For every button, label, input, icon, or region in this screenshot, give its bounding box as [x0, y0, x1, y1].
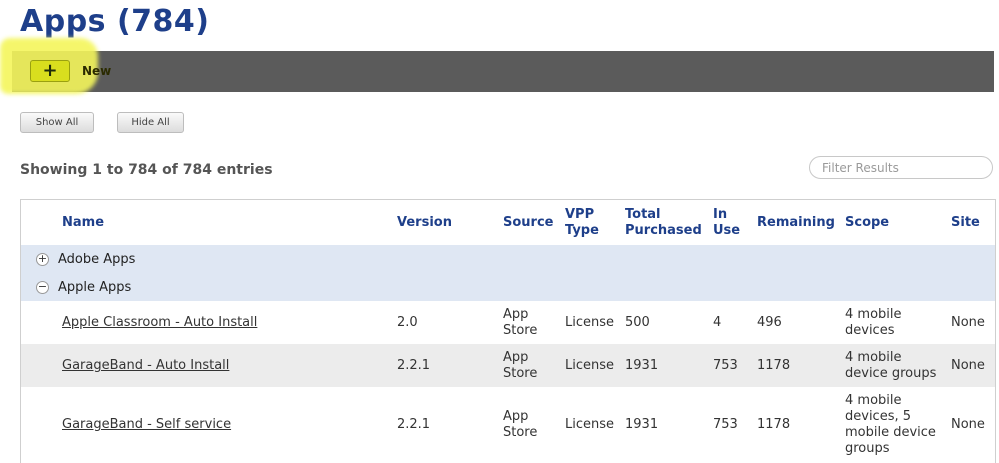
- version-cell: 2.2.1: [397, 358, 431, 373]
- scope-line: devices: [845, 323, 895, 338]
- source-line1: App: [503, 350, 529, 365]
- vpp-type-cell: License: [565, 358, 615, 373]
- scope-line: groups: [845, 441, 890, 456]
- column-header-in-use[interactable]: In Use: [713, 207, 740, 239]
- version-cell: 2.0: [397, 315, 418, 330]
- filter-results-input[interactable]: [809, 156, 993, 179]
- column-header-vpp-type-line1: VPP: [565, 207, 595, 222]
- in-use-cell: 753: [713, 417, 738, 432]
- collapse-icon[interactable]: −: [36, 280, 49, 294]
- table-row: GarageBand - Self service 2.2.1 App Stor…: [21, 387, 995, 463]
- scope-cell: 4 mobile devices: [845, 307, 902, 339]
- vpp-type-cell: License: [565, 417, 615, 432]
- site-cell: None: [951, 358, 985, 373]
- column-header-scope[interactable]: Scope: [845, 215, 889, 231]
- column-header-vpp-type-line2: Type: [565, 223, 599, 238]
- new-button-label: New: [82, 64, 112, 78]
- group-row-adobe-apps[interactable]: + Adobe Apps: [21, 245, 995, 273]
- column-header-total-line2: Purchased: [625, 223, 702, 238]
- toolbar: [12, 51, 994, 92]
- hide-all-button[interactable]: Hide All: [117, 112, 184, 133]
- source-line2: Store: [503, 425, 538, 440]
- column-header-total-line1: Total: [625, 207, 661, 222]
- group-row-apple-apps[interactable]: − Apple Apps: [21, 273, 995, 301]
- table-row: GarageBand - Auto Install 2.2.1 App Stor…: [21, 344, 995, 387]
- source-line1: App: [503, 409, 529, 424]
- column-header-remaining[interactable]: Remaining: [757, 215, 835, 231]
- plus-icon: +: [30, 60, 70, 82]
- scope-line: devices, 5: [845, 409, 912, 424]
- remaining-cell: 496: [757, 315, 782, 330]
- total-purchased-cell: 500: [625, 315, 650, 330]
- column-header-version[interactable]: Version: [397, 215, 452, 231]
- column-header-total-purchased[interactable]: Total Purchased: [625, 207, 702, 239]
- column-header-vpp-type[interactable]: VPP Type: [565, 207, 599, 239]
- group-label: Apple Apps: [58, 279, 132, 295]
- scope-line: 4 mobile: [845, 393, 902, 408]
- scope-line: 4 mobile: [845, 350, 902, 365]
- column-header-in-use-line1: In: [713, 207, 728, 222]
- source-cell: App Store: [503, 409, 537, 441]
- version-cell: 2.2.1: [397, 417, 431, 432]
- new-button[interactable]: + New: [30, 60, 111, 82]
- total-purchased-cell: 1931: [625, 417, 659, 432]
- column-header-site[interactable]: Site: [951, 215, 980, 231]
- remaining-cell: 1178: [757, 417, 791, 432]
- scope-line: device groups: [845, 366, 937, 381]
- app-name-link[interactable]: GarageBand - Auto Install: [62, 358, 229, 374]
- scope-line: mobile device: [845, 425, 936, 440]
- apps-table: Name Version Source VPP Type Total Purch…: [20, 199, 996, 463]
- source-line2: Store: [503, 323, 538, 338]
- source-cell: App Store: [503, 350, 537, 382]
- column-header-name[interactable]: Name: [62, 215, 104, 231]
- source-cell: App Store: [503, 307, 537, 339]
- expand-icon[interactable]: +: [36, 252, 49, 266]
- source-line1: App: [503, 307, 529, 322]
- total-purchased-cell: 1931: [625, 358, 659, 373]
- site-cell: None: [951, 315, 985, 330]
- scope-cell: 4 mobile devices, 5 mobile device groups: [845, 393, 936, 457]
- entries-summary: Showing 1 to 784 of 784 entries: [20, 162, 273, 178]
- site-cell: None: [951, 417, 985, 432]
- app-name-link[interactable]: Apple Classroom - Auto Install: [62, 315, 257, 331]
- vpp-type-cell: License: [565, 315, 615, 330]
- remaining-cell: 1178: [757, 358, 791, 373]
- source-line2: Store: [503, 366, 538, 381]
- in-use-cell: 4: [713, 315, 722, 330]
- column-header-source[interactable]: Source: [503, 215, 553, 231]
- scope-line: 4 mobile: [845, 307, 902, 322]
- show-all-button[interactable]: Show All: [20, 112, 94, 133]
- column-header-in-use-line2: Use: [713, 223, 741, 238]
- group-label: Adobe Apps: [58, 251, 136, 267]
- table-row: Apple Classroom - Auto Install 2.0 App S…: [21, 301, 995, 344]
- scope-cell: 4 mobile device groups: [845, 350, 936, 382]
- page-title: Apps (784): [20, 4, 210, 39]
- app-name-link[interactable]: GarageBand - Self service: [62, 417, 231, 433]
- in-use-cell: 753: [713, 358, 738, 373]
